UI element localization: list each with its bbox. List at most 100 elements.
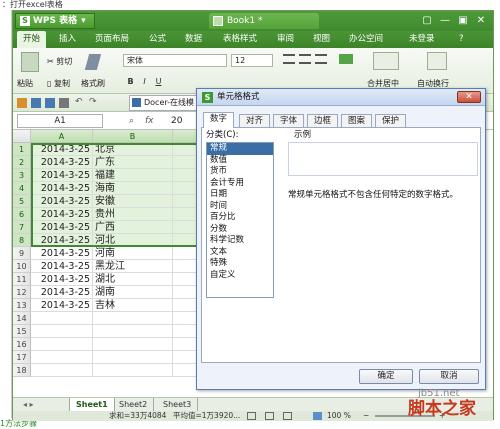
merge-icon[interactable]: [373, 52, 399, 70]
bold-button[interactable]: B: [125, 76, 136, 87]
zoom-level[interactable]: 100 %: [327, 411, 351, 421]
page-layout-icon[interactable]: [265, 412, 274, 420]
font-size-select[interactable]: 12: [231, 54, 273, 67]
dialog-close-button[interactable]: ✕: [457, 91, 481, 103]
cell-a[interactable]: [31, 364, 93, 377]
dialog-tab-pattern[interactable]: 图案: [341, 114, 373, 128]
cell-b[interactable]: 广西: [93, 221, 173, 234]
cell-a[interactable]: 2014-3-25: [31, 169, 93, 182]
wrap-icon[interactable]: [427, 52, 447, 70]
category-list[interactable]: 常规 数值 货币 会计专用 日期 时间 百分比 分数 科学记数 文本 特殊 自定义: [206, 142, 274, 298]
cell-b[interactable]: 黑龙江: [93, 260, 173, 273]
cell-b[interactable]: 北京: [93, 143, 173, 156]
category-item[interactable]: 日期: [207, 189, 273, 201]
cell-b[interactable]: 吉林: [93, 299, 173, 312]
category-item[interactable]: 自定义: [207, 270, 273, 282]
paste-icon[interactable]: [21, 52, 39, 72]
column-header-b[interactable]: B: [93, 130, 173, 143]
category-item[interactable]: 科学记数: [207, 235, 273, 247]
row-header[interactable]: 9: [13, 247, 31, 260]
row-header[interactable]: 18: [13, 364, 31, 377]
sheet-tab-1[interactable]: Sheet1: [69, 398, 115, 412]
tab-nav-icon[interactable]: ◂ ▸: [17, 398, 40, 412]
row-header[interactable]: 4: [13, 182, 31, 195]
reading-mode-icon[interactable]: [313, 412, 322, 420]
tab-home[interactable]: 开始: [17, 31, 47, 48]
copy-button[interactable]: ▯ 复制: [47, 78, 70, 90]
align-middle-icon[interactable]: [299, 54, 311, 64]
new-file-icon[interactable]: [17, 98, 27, 108]
cell-b[interactable]: [93, 312, 173, 325]
tab-data[interactable]: 数据: [179, 31, 208, 48]
dialog-tab-protection[interactable]: 保护: [375, 114, 407, 128]
cell-b[interactable]: 河北: [93, 234, 173, 247]
dialog-tab-number[interactable]: 数字: [203, 112, 235, 128]
tab-table-style[interactable]: 表格样式: [217, 31, 263, 48]
cell-b[interactable]: 广东: [93, 156, 173, 169]
cell-b[interactable]: 湖南: [93, 286, 173, 299]
undo-icon[interactable]: ↶: [75, 97, 85, 107]
row-header[interactable]: 13: [13, 299, 31, 312]
align-center-icon[interactable]: [339, 54, 353, 64]
cell-a[interactable]: 2014-3-25: [31, 143, 93, 156]
open-icon[interactable]: [31, 98, 41, 108]
cell-a[interactable]: [31, 338, 93, 351]
category-item[interactable]: 文本: [207, 247, 273, 259]
cell-b[interactable]: [93, 364, 173, 377]
tab-page-layout[interactable]: 页面布局: [89, 31, 135, 48]
zoom-out-icon[interactable]: −: [363, 411, 369, 421]
maximize-button[interactable]: ▣: [455, 14, 471, 28]
minimize-button[interactable]: —: [437, 14, 453, 28]
category-item[interactable]: 会计专用: [207, 178, 273, 190]
row-header[interactable]: 11: [13, 273, 31, 286]
page-break-icon[interactable]: [283, 412, 292, 420]
login-link[interactable]: 未登录: [403, 31, 441, 48]
cell-b[interactable]: 福建: [93, 169, 173, 182]
tab-office-space[interactable]: 办公空间: [343, 31, 389, 48]
cell-a[interactable]: 2014-3-25: [31, 260, 93, 273]
name-box[interactable]: A1: [17, 114, 103, 128]
cell-b[interactable]: 安徽: [93, 195, 173, 208]
save-icon[interactable]: [45, 98, 55, 108]
cell-a[interactable]: 2014-3-25: [31, 299, 93, 312]
cell-b[interactable]: [93, 325, 173, 338]
category-item[interactable]: 百分比: [207, 212, 273, 224]
cell-a[interactable]: [31, 325, 93, 338]
row-header[interactable]: 3: [13, 169, 31, 182]
magnifier-icon[interactable]: ⌕: [129, 114, 139, 128]
cell-a[interactable]: 2014-3-25: [31, 182, 93, 195]
column-header-a[interactable]: A: [31, 130, 93, 143]
redo-icon[interactable]: ↷: [89, 97, 99, 107]
tab-view[interactable]: 视图: [307, 31, 336, 48]
row-header[interactable]: 10: [13, 260, 31, 273]
cell-b[interactable]: 贵州: [93, 208, 173, 221]
align-top-icon[interactable]: [283, 54, 295, 64]
ok-button[interactable]: 确定: [359, 369, 413, 384]
close-button[interactable]: ✕: [473, 14, 489, 28]
format-painter-button[interactable]: 格式刷: [81, 78, 105, 90]
cell-a[interactable]: 2014-3-25: [31, 221, 93, 234]
row-header[interactable]: 1: [13, 143, 31, 156]
row-header[interactable]: 17: [13, 351, 31, 364]
cell-a[interactable]: 2014-3-25: [31, 195, 93, 208]
sheet-tab-3[interactable]: Sheet3: [157, 398, 199, 412]
row-header[interactable]: 7: [13, 221, 31, 234]
paste-button[interactable]: 粘贴: [17, 78, 33, 90]
dialog-tab-font[interactable]: 字体: [273, 114, 305, 128]
underline-button[interactable]: U: [153, 76, 164, 87]
cell-b[interactable]: 海南: [93, 182, 173, 195]
row-header[interactable]: 12: [13, 286, 31, 299]
cell-a[interactable]: 2014-3-25: [31, 208, 93, 221]
align-bottom-icon[interactable]: [315, 54, 327, 64]
row-header[interactable]: 15: [13, 325, 31, 338]
cell-b[interactable]: [93, 338, 173, 351]
category-item[interactable]: 常规: [207, 143, 273, 155]
app-menu-button[interactable]: S WPS 表格 ▾: [15, 13, 95, 29]
cell-a[interactable]: 2014-3-25: [31, 286, 93, 299]
italic-button[interactable]: I: [139, 76, 150, 87]
font-name-select[interactable]: 宋体: [123, 54, 227, 67]
sheet-tab-2[interactable]: Sheet2: [113, 398, 155, 412]
cancel-button[interactable]: 取消: [419, 369, 479, 384]
dialog-tab-alignment[interactable]: 对齐: [239, 114, 271, 128]
category-item[interactable]: 时间: [207, 201, 273, 213]
